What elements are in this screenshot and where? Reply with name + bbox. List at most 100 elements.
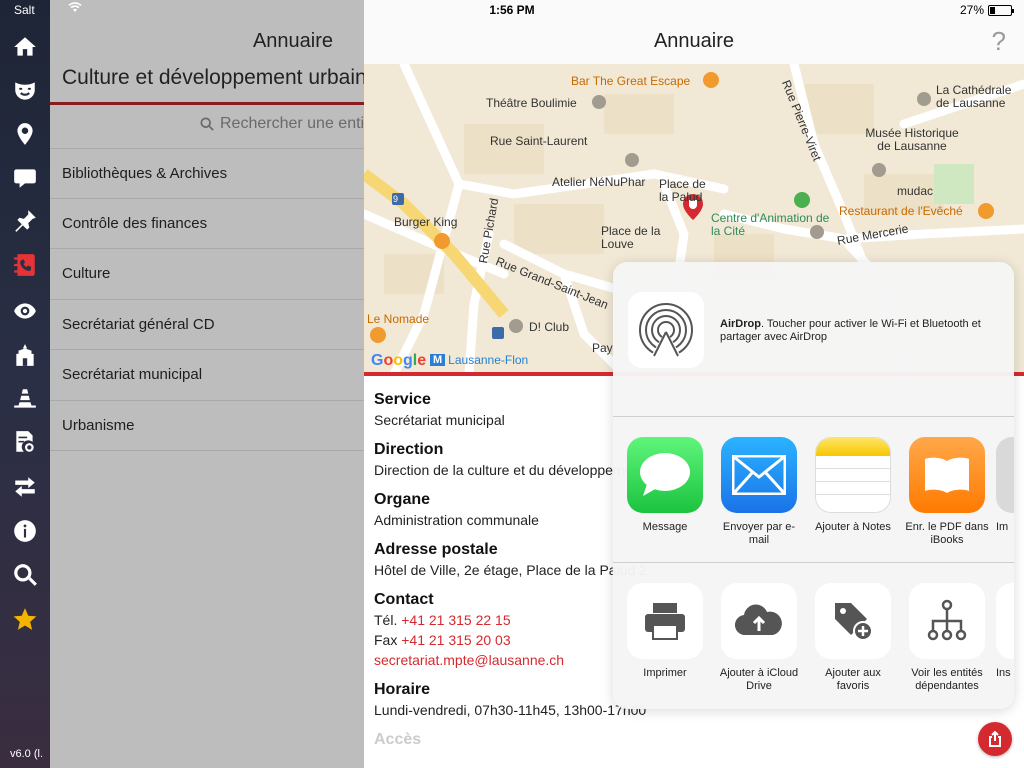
map-label: Théâtre Boulimie [486,96,577,110]
map-label: Place de la Palud [659,177,706,204]
map-label: Le Nomade [367,312,430,326]
share-app-ibooks[interactable]: Enr. le PDF dans iBooks [902,437,992,547]
share-app-more[interactable]: Im [996,437,1014,534]
map-label: Restaurant de l'Evêché [839,204,963,218]
phonebook-icon[interactable] [0,247,50,283]
share-button[interactable] [978,722,1012,756]
airdrop-row[interactable]: AirDrop. Toucher pour activer le Wi-Fi e… [613,262,1014,417]
swap-icon[interactable] [0,469,50,505]
map-label: mudac [897,184,934,198]
station-name: Lausanne-Flon [448,353,529,367]
tile-label: Enr. le PDF dans iBooks [905,521,989,546]
map-label: Rue Saint-Laurent [490,134,588,148]
home-icon[interactable] [0,29,50,65]
map-label: Atelier NéNuPhar [552,175,646,189]
action-icloud[interactable]: Ajouter à iCloud Drive [714,583,804,693]
theater-icon[interactable] [0,73,50,109]
section-title: Culture et développement urbain [62,66,364,89]
list-item[interactable]: Secrétariat municipal [50,350,364,401]
search-doc-icon[interactable] [0,424,50,460]
icloud-icon [721,583,797,659]
google-logo: Google [371,352,427,369]
tile-label: Ajouter à iCloud Drive [719,667,799,692]
list-item[interactable]: Bibliothèques & Archives [50,148,364,199]
status-bar: Salt 1:56 PM 27% [0,0,1024,20]
fax-link[interactable]: +41 21 315 20 03 [401,632,510,648]
battery-percent: 27% [959,3,984,17]
phone-prefix: Tél. [374,612,398,628]
list-item[interactable]: Secrétariat général CD [50,300,364,350]
field-label: Accès [374,731,422,748]
list-item[interactable]: Contrôle des finances [50,199,364,249]
tile-label: Ins co [996,667,1014,679]
airdrop-description: AirDrop. Toucher pour activer le Wi-Fi e… [720,318,1005,344]
battery-icon [988,4,1014,16]
share-actions-row: Imprimer Ajouter à iCloud Drive Ajouter … [613,563,1014,709]
clock: 1:56 PM [489,3,535,17]
star-icon[interactable] [0,601,50,637]
tile-label: Ajouter à Notes [815,521,891,533]
temple-icon[interactable] [0,337,50,373]
phone-link[interactable]: +41 21 315 22 15 [401,612,510,628]
battery-indicator: 27% [959,3,1014,17]
map-label: Bar The Great Escape [571,74,691,88]
fax-prefix: Fax [374,632,398,648]
tile-label: Ajouter aux favoris [825,667,881,692]
app-version: v6.0 (l. [10,748,44,760]
route-badge: 9 [393,194,399,204]
action-more[interactable]: Ins co [996,583,1014,680]
search-field[interactable]: Rechercher une entité [200,115,364,133]
more-app-icon [996,437,1014,513]
more-action-icon [996,583,1014,659]
icon-rail: v6.0 (l. [0,0,50,768]
ibooks-icon [909,437,985,513]
master-pane: Annuaire Culture et développement urbain… [50,0,364,768]
airdrop-icon[interactable] [628,292,704,368]
help-button[interactable]: ? [992,26,1006,57]
detail-title: Annuaire [653,30,735,52]
location-icon[interactable] [0,116,50,152]
map-label: Centre d'Animation de la Cité [711,211,830,238]
notes-icon [815,437,891,513]
messages-icon [627,437,703,513]
field-acces: Accès [374,730,1014,750]
mail-icon [721,437,797,513]
share-icon [989,731,1001,747]
eye-icon[interactable] [0,293,50,329]
share-app-mail[interactable]: Envoyer par e-mail [714,437,804,547]
station-label: M Lausanne-Flon [430,353,528,367]
tile-label: Im [996,521,1009,533]
tile-label: Message [642,521,688,533]
chat-icon[interactable] [0,160,50,196]
pin-icon[interactable] [0,203,50,239]
section-divider [50,102,364,105]
master-title: Annuaire [252,30,334,52]
map-label: D! Club [529,320,570,334]
search-icon[interactable] [0,557,50,593]
share-apps-row: Message Envoyer par e-mail Ajouter à Not… [613,417,1014,563]
magnifier-icon [200,117,214,131]
share-app-message[interactable]: Message [620,437,710,534]
list-item[interactable]: Culture [50,249,364,300]
map-label: Pay [592,341,613,355]
tile-label: Envoyer par e-mail [722,521,796,546]
entity-list: Bibliothèques & Archives Contrôle des fi… [50,148,364,451]
share-sheet: AirDrop. Toucher pour activer le Wi-Fi e… [613,262,1014,709]
airdrop-title: AirDrop [720,318,761,330]
action-dependent-entities[interactable]: Voir les entités dépendantes [902,583,992,693]
tile-label: Imprimer [643,667,687,679]
list-item[interactable]: Urbanisme [50,401,364,451]
printer-icon [627,583,703,659]
map-label: Musée Historique de Lausanne [865,126,959,153]
cone-icon[interactable] [0,381,50,417]
map-label: La Cathédrale de Lausanne [936,83,1012,110]
favorite-tag-icon [815,583,891,659]
tile-label: Voir les entités dépendantes [911,667,983,692]
map-label: Place de la Louve [601,224,661,251]
map-label: Burger King [394,215,458,229]
action-print[interactable]: Imprimer [620,583,710,680]
action-favorites[interactable]: Ajouter aux favoris [808,583,898,693]
search-placeholder: Rechercher une entité [220,115,364,132]
share-app-notes[interactable]: Ajouter à Notes [808,437,898,534]
info-icon[interactable] [0,513,50,549]
